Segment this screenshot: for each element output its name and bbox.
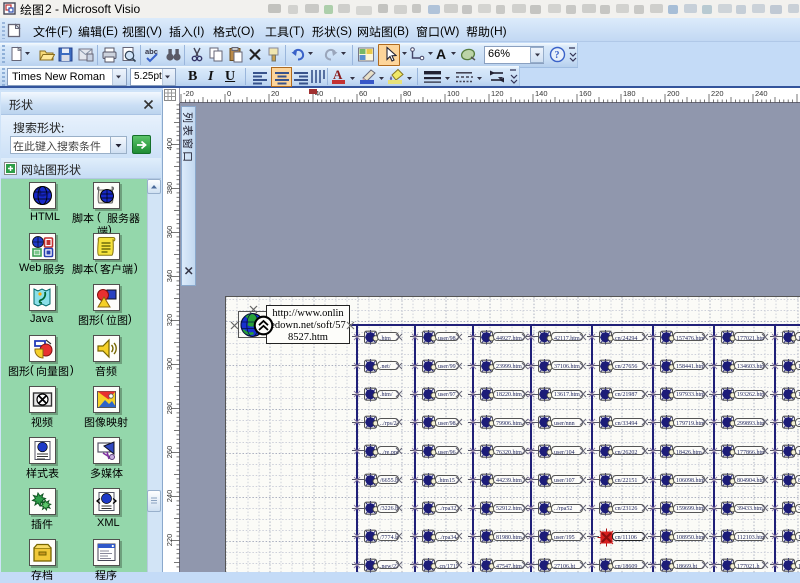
svg-text:cn/27656: cn/27656 bbox=[615, 364, 637, 369]
svg-text:280: 280 bbox=[165, 402, 174, 415]
svg-text:.net/: .net/ bbox=[380, 364, 391, 369]
svg-text:44239.htm: 44239.htm bbox=[496, 478, 522, 483]
svg-text:240: 240 bbox=[165, 490, 174, 503]
svg-text:157476.htm: 157476.htm bbox=[676, 336, 704, 341]
svg-text:18669.ht: 18669.ht bbox=[676, 564, 698, 569]
svg-text:360: 360 bbox=[165, 226, 174, 239]
svg-text:220: 220 bbox=[711, 89, 724, 98]
svg-text:108950.htm: 108950.htm bbox=[676, 535, 704, 540]
svg-text:120: 120 bbox=[491, 89, 504, 98]
svg-text:80: 80 bbox=[403, 89, 411, 98]
svg-text:.htm/: .htm/ bbox=[380, 392, 393, 397]
svg-text:cn/24294: cn/24294 bbox=[615, 336, 637, 341]
svg-text:804904.htm: 804904.htm bbox=[737, 478, 764, 483]
svg-text:320: 320 bbox=[165, 314, 174, 327]
svg-text:112103.htm: 112103.htm bbox=[737, 535, 764, 540]
svg-text:79906.htm: 79906.htm bbox=[496, 421, 522, 426]
svg-text:52912.htm: 52912.htm bbox=[496, 506, 522, 511]
svg-text:user/107: user/107 bbox=[554, 478, 575, 483]
svg-text:?: ? bbox=[555, 50, 560, 61]
svg-text:.htm15: .htm15 bbox=[438, 478, 455, 483]
svg-text:134603.htm: 134603.htm bbox=[737, 364, 764, 369]
svg-text:177866.htm: 177866.htm bbox=[737, 450, 764, 455]
svg-text:user/98: user/98 bbox=[438, 421, 456, 426]
svg-text:42117.htm: 42117.htm bbox=[554, 336, 580, 341]
svg-text:200: 200 bbox=[667, 89, 680, 98]
svg-text:18426.htm: 18426.htm bbox=[676, 450, 702, 455]
svg-text:140: 140 bbox=[535, 89, 548, 98]
svg-text:cn/23126: cn/23126 bbox=[615, 506, 637, 511]
svg-text:158441.htm: 158441.htm bbox=[676, 364, 704, 369]
svg-text:27106.ht: 27106.ht bbox=[554, 564, 576, 569]
svg-text:177021.h: 177021.h bbox=[737, 564, 760, 569]
svg-text:cn/18609: cn/18609 bbox=[615, 564, 637, 569]
svg-text:../rpa52: ../rpa52 bbox=[554, 506, 572, 511]
svg-text:cn/22151: cn/22151 bbox=[615, 478, 637, 483]
svg-text:user/104: user/104 bbox=[554, 450, 575, 455]
svg-text:299893.htm: 299893.htm bbox=[737, 421, 764, 426]
svg-text:179719.htm: 179719.htm bbox=[676, 421, 704, 426]
svg-text:159699.htm: 159699.htm bbox=[676, 506, 704, 511]
svg-text:user/96: user/96 bbox=[438, 450, 456, 455]
svg-text:47547.htm: 47547.htm bbox=[496, 564, 522, 569]
svg-text:cn/21987: cn/21987 bbox=[615, 392, 637, 397]
svg-text:177021.htm: 177021.htm bbox=[737, 336, 764, 341]
svg-text:23999.htm: 23999.htm bbox=[496, 364, 522, 369]
svg-text:240: 240 bbox=[755, 89, 768, 98]
svg-text:user/195: user/195 bbox=[554, 535, 575, 540]
svg-text:cn/33494: cn/33494 bbox=[615, 421, 637, 426]
svg-text:user/97: user/97 bbox=[438, 392, 456, 397]
svg-text:160: 160 bbox=[579, 89, 592, 98]
svg-text:cn/26202: cn/26202 bbox=[615, 450, 637, 455]
svg-text:220: 220 bbox=[165, 534, 174, 547]
svg-text:../rpa32: ../rpa32 bbox=[438, 506, 456, 511]
svg-text:user/99: user/99 bbox=[438, 364, 456, 369]
svg-text:user/98: user/98 bbox=[438, 336, 456, 341]
svg-text:193262.htm: 193262.htm bbox=[737, 392, 764, 397]
svg-text:0: 0 bbox=[227, 89, 231, 98]
svg-text:106098.htm: 106098.htm bbox=[676, 478, 704, 483]
svg-text:18220.htm: 18220.htm bbox=[496, 392, 522, 397]
svg-text:13617.htm: 13617.htm bbox=[554, 392, 580, 397]
svg-text:../rpa34: ../rpa34 bbox=[438, 535, 456, 540]
svg-text:81980.htm: 81980.htm bbox=[496, 535, 522, 540]
svg-text:60: 60 bbox=[359, 89, 367, 98]
svg-text:400: 400 bbox=[165, 138, 174, 151]
svg-text:44927.htm: 44927.htm bbox=[496, 336, 522, 341]
svg-text:197933.htm: 197933.htm bbox=[676, 392, 704, 397]
svg-text:260: 260 bbox=[165, 446, 174, 459]
svg-text:76320.htm: 76320.htm bbox=[496, 450, 522, 455]
svg-text:.htm: .htm bbox=[380, 336, 391, 341]
svg-text:20: 20 bbox=[271, 89, 279, 98]
svg-text:cn/11106: cn/11106 bbox=[615, 535, 637, 540]
svg-text:340: 340 bbox=[165, 270, 174, 283]
svg-text:100: 100 bbox=[447, 89, 460, 98]
svg-text:380: 380 bbox=[165, 182, 174, 195]
svg-text:39433.htm: 39433.htm bbox=[737, 506, 763, 511]
svg-text:300: 300 bbox=[165, 358, 174, 371]
svg-text:37106.htm: 37106.htm bbox=[554, 364, 580, 369]
svg-text:-20: -20 bbox=[183, 89, 194, 98]
svg-text:180: 180 bbox=[623, 89, 636, 98]
svg-text:user/nnn: user/nnn bbox=[554, 421, 575, 426]
